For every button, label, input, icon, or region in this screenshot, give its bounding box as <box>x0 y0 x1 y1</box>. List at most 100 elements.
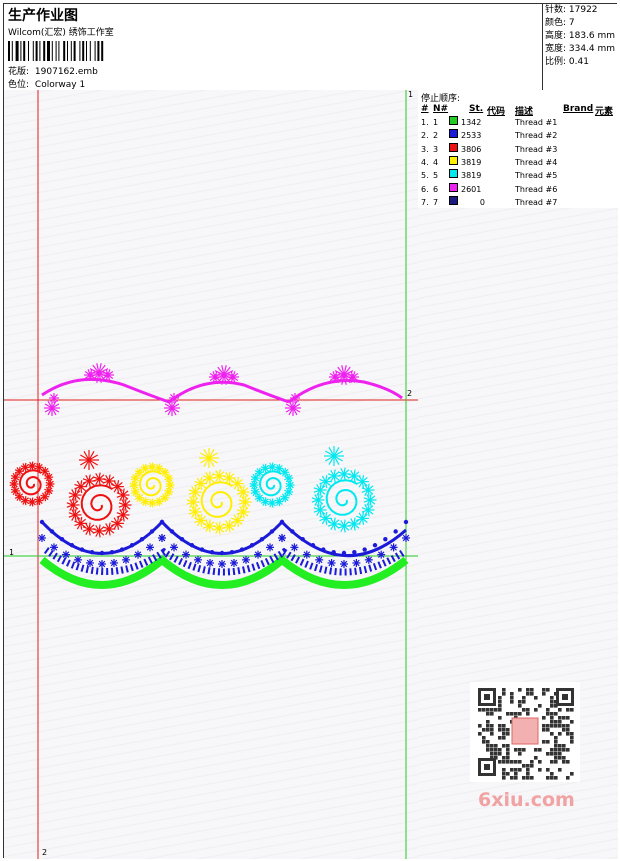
watermark-text: 6xiu.com <box>478 789 575 811</box>
thread-list-panel: 停止顺序: # N# St. 代码 描述 Brand 元素 1. 1 1342 Thr… <box>418 90 618 209</box>
blue-bead <box>209 549 215 555</box>
thread-needle: 2 <box>433 131 439 141</box>
paisley-stitch <box>111 480 124 494</box>
thread-row: 3. 3 3806 Thread #3 <box>421 142 617 156</box>
paisley-stitch <box>236 485 250 499</box>
paisley-stitch <box>92 524 106 538</box>
thread-swatch <box>449 129 458 139</box>
blue-bead <box>109 549 115 555</box>
blue-star-stitch <box>230 558 238 567</box>
guide-marker-2-right: 2 <box>407 389 413 398</box>
blue-star-stitch <box>62 550 70 559</box>
colorway-name: Colorway 1 <box>34 80 86 90</box>
paisley-stitch <box>231 477 244 491</box>
company-name: Wilcom(汇宏) 绣饰工作室 <box>8 28 114 38</box>
cyan-paisley-small <box>249 462 295 508</box>
blue-star-stitch <box>122 555 130 564</box>
blue-bead <box>229 549 235 555</box>
paisley-stitch <box>280 467 290 477</box>
blue-bead <box>321 547 326 552</box>
blue-star-stitch <box>146 543 154 552</box>
thread-stitches: 3806 <box>461 144 482 154</box>
guide-marker-1-left: 1 <box>9 548 15 557</box>
thread-description: Thread #1 <box>515 118 558 127</box>
thread-needle: 1 <box>433 118 439 127</box>
thread-row: 2. 2 2533 Thread #2 <box>421 129 617 142</box>
yellow-paisley-small <box>129 462 175 508</box>
thread-row: 5. 5 3819 Thread #5 <box>421 169 617 182</box>
blue-bead <box>279 519 285 525</box>
blue-bead <box>99 550 105 556</box>
paisley-stitch <box>68 488 82 502</box>
paisley-stitch <box>236 505 250 519</box>
blue-bead <box>39 519 45 525</box>
blue-bead <box>149 529 155 534</box>
page-title: 生产作业图 <box>8 8 78 24</box>
blue-star-stitch <box>158 534 166 542</box>
paisley-stitch <box>116 488 130 502</box>
paisley-stitch <box>260 497 270 507</box>
paisley-stitch <box>280 493 290 503</box>
paisley-stitch <box>116 508 130 522</box>
paisley-stitch <box>222 519 236 533</box>
blue-bead <box>383 537 388 542</box>
blue-star-stitch <box>340 560 348 568</box>
paisley-stitch <box>274 497 284 507</box>
color-count: 颜色: 7 <box>545 18 575 28</box>
yellow-paisley-top-flower <box>199 448 219 468</box>
thread-num: 1. <box>421 118 429 127</box>
blue-star-stitch <box>302 550 311 559</box>
blue-star-stitch <box>218 560 226 568</box>
magenta-bud-leaf <box>290 393 300 403</box>
paisley-stitch <box>129 480 139 490</box>
blue-star-stitch <box>352 558 361 567</box>
design-canvas: 1 2 1 2 <box>4 90 419 859</box>
thread-description: Thread #3 <box>515 144 558 154</box>
colorway-label: 色位: <box>8 80 30 90</box>
paisley-stitch <box>313 483 327 497</box>
design-file-label: 花版: <box>8 67 30 77</box>
paisley-stitch <box>202 519 216 533</box>
guide-marker-1-top: 1 <box>408 90 414 99</box>
column-num: # <box>421 104 429 114</box>
blue-star-stitch <box>74 555 82 564</box>
blue-star-stitch <box>86 558 94 567</box>
paisley-stitch <box>327 517 341 531</box>
blue-bead <box>169 529 175 534</box>
paisley-stitch <box>66 498 80 512</box>
stitch-count: 针数: 17922 <box>545 5 598 15</box>
paisley-stitch <box>356 475 369 489</box>
blue-star-stitch <box>110 558 118 567</box>
design-height: 高度: 183.6 mm <box>545 31 616 41</box>
paisley-stitch <box>363 493 377 507</box>
blue-bead <box>129 543 135 548</box>
red-paisley-small <box>9 461 55 507</box>
thread-stitches: 2533 <box>461 131 482 141</box>
paisley-stitch <box>238 495 252 509</box>
paisley-stitch <box>311 493 325 507</box>
thread-num: 4. <box>421 157 429 167</box>
colorway-row: 色位: Colorway 1 <box>8 77 85 90</box>
thread-row: 6. 6 2601 Thread #6 <box>421 182 617 196</box>
paisley-stitch <box>74 516 88 530</box>
magenta-bud-leaf <box>49 393 59 403</box>
blue-bead <box>189 543 195 548</box>
blue-star-stitch <box>242 555 250 564</box>
paisley-stitch <box>361 483 375 497</box>
thread-description: Thread #6 <box>515 184 558 194</box>
paisley-stitch <box>160 493 170 503</box>
thread-num: 3. <box>421 144 429 154</box>
thread-swatch <box>449 155 458 165</box>
blue-star-stitch <box>402 534 410 542</box>
blue-bead <box>249 543 255 548</box>
design-scale: 比例: 0.41 <box>545 57 589 67</box>
barcode-icon <box>8 41 104 61</box>
paisley-stitch <box>40 492 50 502</box>
thread-description: Thread #7 <box>515 197 558 207</box>
paisley-stitch <box>154 497 164 507</box>
blue-bead <box>59 537 65 542</box>
thread-needle: 6 <box>433 184 439 194</box>
thread-description: Thread #5 <box>515 171 558 181</box>
paisley-stitch <box>147 498 157 508</box>
blue-bead <box>79 547 85 552</box>
